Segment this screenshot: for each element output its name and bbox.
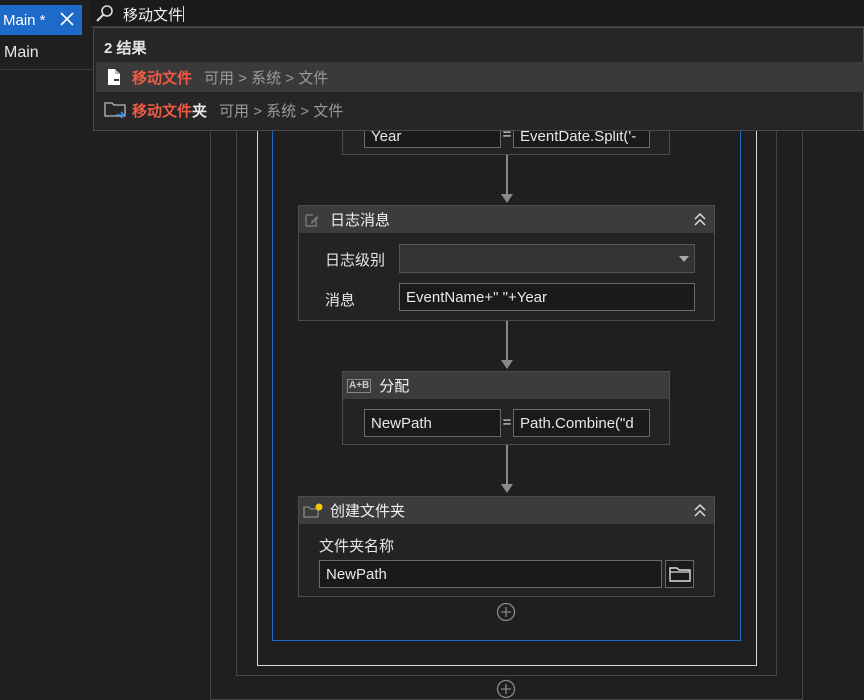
assign-title: 分配 (379, 378, 410, 395)
search-input[interactable]: 移动文件 (123, 4, 183, 25)
result-highlight: 移动文件 (132, 102, 193, 120)
assign-left-field[interactable]: NewPath (364, 409, 501, 437)
breadcrumb[interactable]: Main (4, 44, 39, 62)
search-bar[interactable] (90, 0, 864, 27)
text-caret (183, 6, 184, 22)
connector-line (506, 155, 508, 195)
connector-arrow (501, 484, 513, 493)
add-activity-icon[interactable] (496, 679, 516, 699)
result-path: 可用 > 系统 > 文件 (219, 102, 344, 120)
result-count: 2 结果 (104, 40, 147, 57)
assign-activity[interactable]: A+B 分配 NewPath = Path.Combine("d (342, 371, 670, 445)
assign-header[interactable]: A+B 分配 (343, 372, 669, 399)
collapse-icon[interactable] (693, 502, 707, 518)
collapse-icon[interactable] (693, 211, 707, 227)
create-folder-title: 创建文件夹 (330, 503, 406, 520)
result-path: 可用 > 系统 > 文件 (204, 69, 329, 87)
chevron-down-icon[interactable] (679, 256, 689, 262)
browse-folder-button[interactable] (665, 560, 694, 588)
connector-arrow (501, 360, 513, 369)
folder-name-field[interactable]: NewPath (319, 560, 662, 588)
move-folder-icon (104, 102, 126, 119)
log-level-label: 日志级别 (325, 252, 386, 269)
add-activity-icon[interactable] (496, 602, 516, 622)
create-folder-icon (303, 503, 323, 518)
folder-name-label: 文件夹名称 (319, 538, 395, 555)
connector-line (506, 321, 508, 361)
search-result-item[interactable]: 移动文件 夹 可用 > 系统 > 文件 (96, 95, 864, 125)
close-icon[interactable] (58, 10, 76, 28)
log-message-header[interactable]: 日志消息 (299, 206, 714, 233)
move-file-icon (108, 69, 120, 85)
tab-main[interactable]: Main * (0, 5, 82, 35)
tab-main-label: Main * (3, 11, 46, 29)
message-label: 消息 (325, 292, 356, 309)
assign-right-field[interactable]: Path.Combine("d (513, 409, 650, 437)
connector-arrow (501, 194, 513, 203)
message-field[interactable]: EventName+" "+Year (399, 283, 695, 311)
folder-icon (668, 567, 691, 582)
connector-line (506, 445, 508, 485)
search-icon (96, 5, 113, 22)
assign-icon: A+B (347, 378, 372, 393)
result-label-rest: 夹 (192, 102, 208, 120)
result-highlight: 移动文件 (132, 69, 193, 87)
create-folder-header[interactable]: 创建文件夹 (299, 497, 714, 524)
equals-sign: = (502, 414, 512, 431)
log-message-activity[interactable]: 日志消息 日志级别 消息 EventName+" "+Year (298, 205, 715, 321)
log-level-dropdown[interactable] (399, 244, 695, 273)
log-message-icon (305, 213, 319, 227)
search-result-item[interactable]: 移动文件 可用 > 系统 > 文件 (96, 62, 864, 92)
log-message-title: 日志消息 (330, 212, 391, 229)
create-folder-activity[interactable]: 创建文件夹 文件夹名称 NewPath (298, 496, 715, 597)
